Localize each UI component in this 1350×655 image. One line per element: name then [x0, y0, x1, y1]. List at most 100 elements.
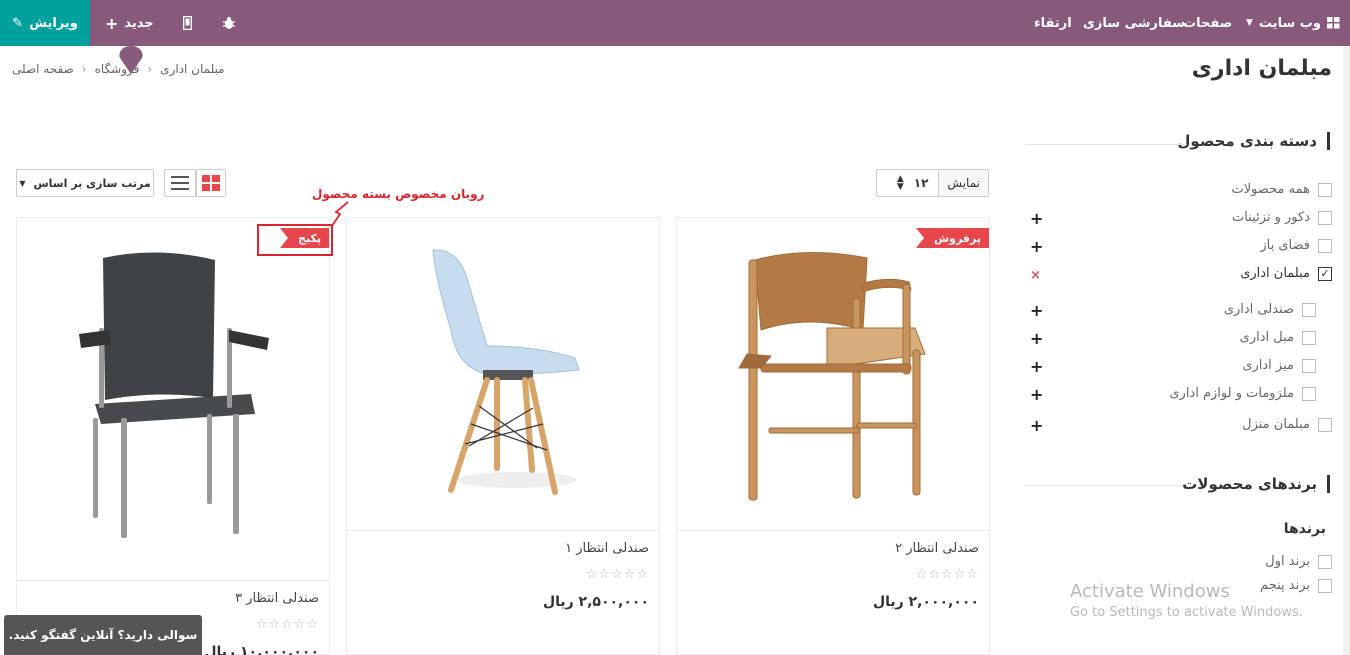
ribbon-bestseller: پرفروش	[915, 228, 989, 248]
windows-watermark-subtitle: Go to Settings to activate Windows.	[1070, 605, 1303, 620]
upgrade-label: ارتقاء	[1034, 15, 1072, 31]
pages-label: صفحات	[1183, 15, 1233, 31]
expand-plus-icon[interactable]: +	[1030, 329, 1043, 348]
checkbox[interactable]	[1318, 554, 1332, 569]
product-name[interactable]: صندلی انتظار ۳	[235, 591, 319, 606]
category-label: همه محصولات	[1231, 182, 1310, 197]
customize-menu[interactable]: سفارشی سازی	[1083, 0, 1185, 46]
annotation-pointer-icon	[331, 201, 349, 227]
subcategory-label: میز اداری	[1242, 358, 1294, 373]
live-chat-button[interactable]: سوالی دارید؟ آنلاین گفتگو کنید.	[4, 615, 202, 655]
checkbox[interactable]	[1302, 330, 1316, 345]
product-card[interactable]: پکیج صندلی انتظار ۳ ☆☆☆☆☆ ۱۰,۰۰۰,۰۰۰ ریا…	[16, 217, 330, 655]
product-image[interactable]: پرفروش	[677, 218, 989, 531]
windows-watermark-title: Activate Windows	[1070, 581, 1230, 602]
collapse-x-icon[interactable]: ×	[1030, 268, 1041, 283]
checkbox[interactable]	[1302, 358, 1316, 373]
checkbox[interactable]	[1318, 417, 1332, 432]
category-home-furniture[interactable]: مبلمان منزل	[1242, 417, 1332, 432]
chevron-left-icon: ‹	[81, 62, 87, 76]
divider	[1025, 144, 1187, 145]
pages-menu[interactable]: صفحات	[1183, 0, 1232, 46]
page-size-select[interactable]: نمایش ۱۲ ▲ ▼	[876, 169, 989, 197]
debug-button[interactable]	[222, 0, 236, 46]
website-label: وب سایت	[1258, 15, 1321, 31]
sort-label: مرتب سازی بر اساس	[33, 176, 151, 190]
checkbox-checked[interactable]: ✓	[1318, 266, 1332, 281]
rating-stars-icon: ☆☆☆☆☆	[585, 567, 649, 582]
plastic-chair-image	[432, 249, 580, 495]
category-label: دکور و تزئینات	[1232, 210, 1310, 225]
brand-label: برند اول	[1265, 554, 1310, 569]
product-card[interactable]: صندلی انتظار ۱ ☆☆☆☆☆ ۲,۵۰۰,۰۰۰ ریال	[346, 217, 660, 655]
customize-label: سفارشی سازی	[1083, 15, 1186, 31]
subcategory-label: مبل اداری	[1239, 330, 1294, 345]
checkbox[interactable]	[1318, 578, 1332, 593]
sort-dropdown[interactable]: مرتب سازی بر اساس ▼	[16, 169, 154, 197]
website-menu[interactable]: وب سایت ▼	[1246, 0, 1340, 46]
product-card[interactable]: پرفروش صندلی انتظار ۲ ☆☆☆☆☆ ۲,۰۰۰,۰۰۰ ری…	[676, 217, 990, 655]
expand-plus-icon[interactable]: +	[1030, 301, 1043, 320]
subcategory-label: ملزومات و لوازم اداری	[1169, 386, 1294, 401]
expand-plus-icon[interactable]: +	[1030, 416, 1043, 435]
product-name[interactable]: صندلی انتظار ۱	[565, 541, 649, 556]
product-image[interactable]: پکیج	[17, 218, 329, 581]
category-office-furniture[interactable]: ✓ مبلمان اداری	[1240, 266, 1332, 281]
bug-icon	[223, 17, 235, 29]
annotation-highlight-box	[257, 224, 333, 256]
pencil-icon: ✎	[12, 15, 24, 31]
divider	[1025, 485, 1187, 486]
expand-plus-icon[interactable]: +	[1030, 385, 1043, 404]
rating-stars-icon: ☆☆☆☆☆	[255, 617, 319, 632]
brands-heading: برندهای محصولات	[1182, 475, 1330, 493]
mobile-preview-button[interactable]	[183, 0, 192, 46]
brand-fifth[interactable]: برند پنجم	[1260, 578, 1332, 593]
vertical-scrollbar[interactable]	[1343, 46, 1350, 655]
office-chair-image	[79, 252, 269, 538]
category-label: مبلمان اداری	[1240, 266, 1310, 281]
category-label: فضای باز	[1260, 238, 1310, 253]
spinner-icon: ▲ ▼	[896, 174, 904, 192]
subcategory-office-desk[interactable]: میز اداری	[1242, 358, 1316, 373]
expand-plus-icon[interactable]: +	[1030, 209, 1043, 228]
top-navbar: ویرایش ✎ جدید + ارتقاء سفارشی سازی صفحات…	[0, 0, 1350, 46]
apps-grid-icon	[1326, 17, 1340, 29]
product-image[interactable]	[347, 218, 659, 531]
checkbox[interactable]	[1318, 210, 1332, 225]
product-price: ۲,۵۰۰,۰۰۰ ریال	[542, 594, 649, 610]
category-label: مبلمان منزل	[1242, 417, 1310, 432]
new-button[interactable]: جدید +	[105, 0, 154, 46]
plus-icon: +	[105, 13, 119, 33]
category-all[interactable]: همه محصولات	[1232, 182, 1332, 197]
brand-first[interactable]: برند اول	[1265, 554, 1332, 569]
list-view-icon	[171, 176, 189, 190]
ribbon-label: پرفروش	[933, 231, 981, 245]
grid-view-button[interactable]	[196, 169, 226, 197]
edit-button[interactable]: ویرایش ✎	[0, 0, 90, 46]
breadcrumb-home[interactable]: صفحه اصلی	[12, 62, 74, 76]
product-name[interactable]: صندلی انتظار ۲	[895, 541, 979, 556]
list-view-button[interactable]	[164, 169, 196, 197]
new-button-label: جدید	[124, 15, 154, 31]
rating-stars-icon: ☆☆☆☆☆	[915, 567, 979, 582]
subcategory-office-supplies[interactable]: ملزومات و لوازم اداری	[1169, 386, 1316, 401]
expand-plus-icon[interactable]: +	[1030, 357, 1043, 376]
checkbox[interactable]	[1318, 238, 1332, 253]
checkbox[interactable]	[1302, 302, 1316, 317]
breadcrumb-current: مبلمان اداری	[160, 62, 225, 76]
expand-plus-icon[interactable]: +	[1030, 237, 1043, 256]
grid-view-icon	[202, 175, 220, 191]
category-decor[interactable]: دکور و تزئینات	[1232, 210, 1332, 225]
checkbox[interactable]	[1302, 386, 1316, 401]
brands-subheading: برندها	[1283, 521, 1326, 537]
category-outdoor[interactable]: فضای باز	[1260, 238, 1332, 253]
caret-down-icon: ▼	[19, 178, 26, 188]
subcategory-office-chair[interactable]: صندلی اداری	[1224, 302, 1316, 317]
drag-handle-icon	[119, 46, 143, 74]
edit-button-label: ویرایش	[29, 15, 78, 31]
subcategory-office-sofa[interactable]: مبل اداری	[1240, 330, 1316, 345]
upgrade-menu[interactable]: ارتقاء	[1034, 0, 1072, 46]
checkbox[interactable]	[1318, 182, 1332, 197]
subcategory-label: صندلی اداری	[1223, 302, 1294, 317]
brand-label: برند پنجم	[1260, 578, 1310, 593]
